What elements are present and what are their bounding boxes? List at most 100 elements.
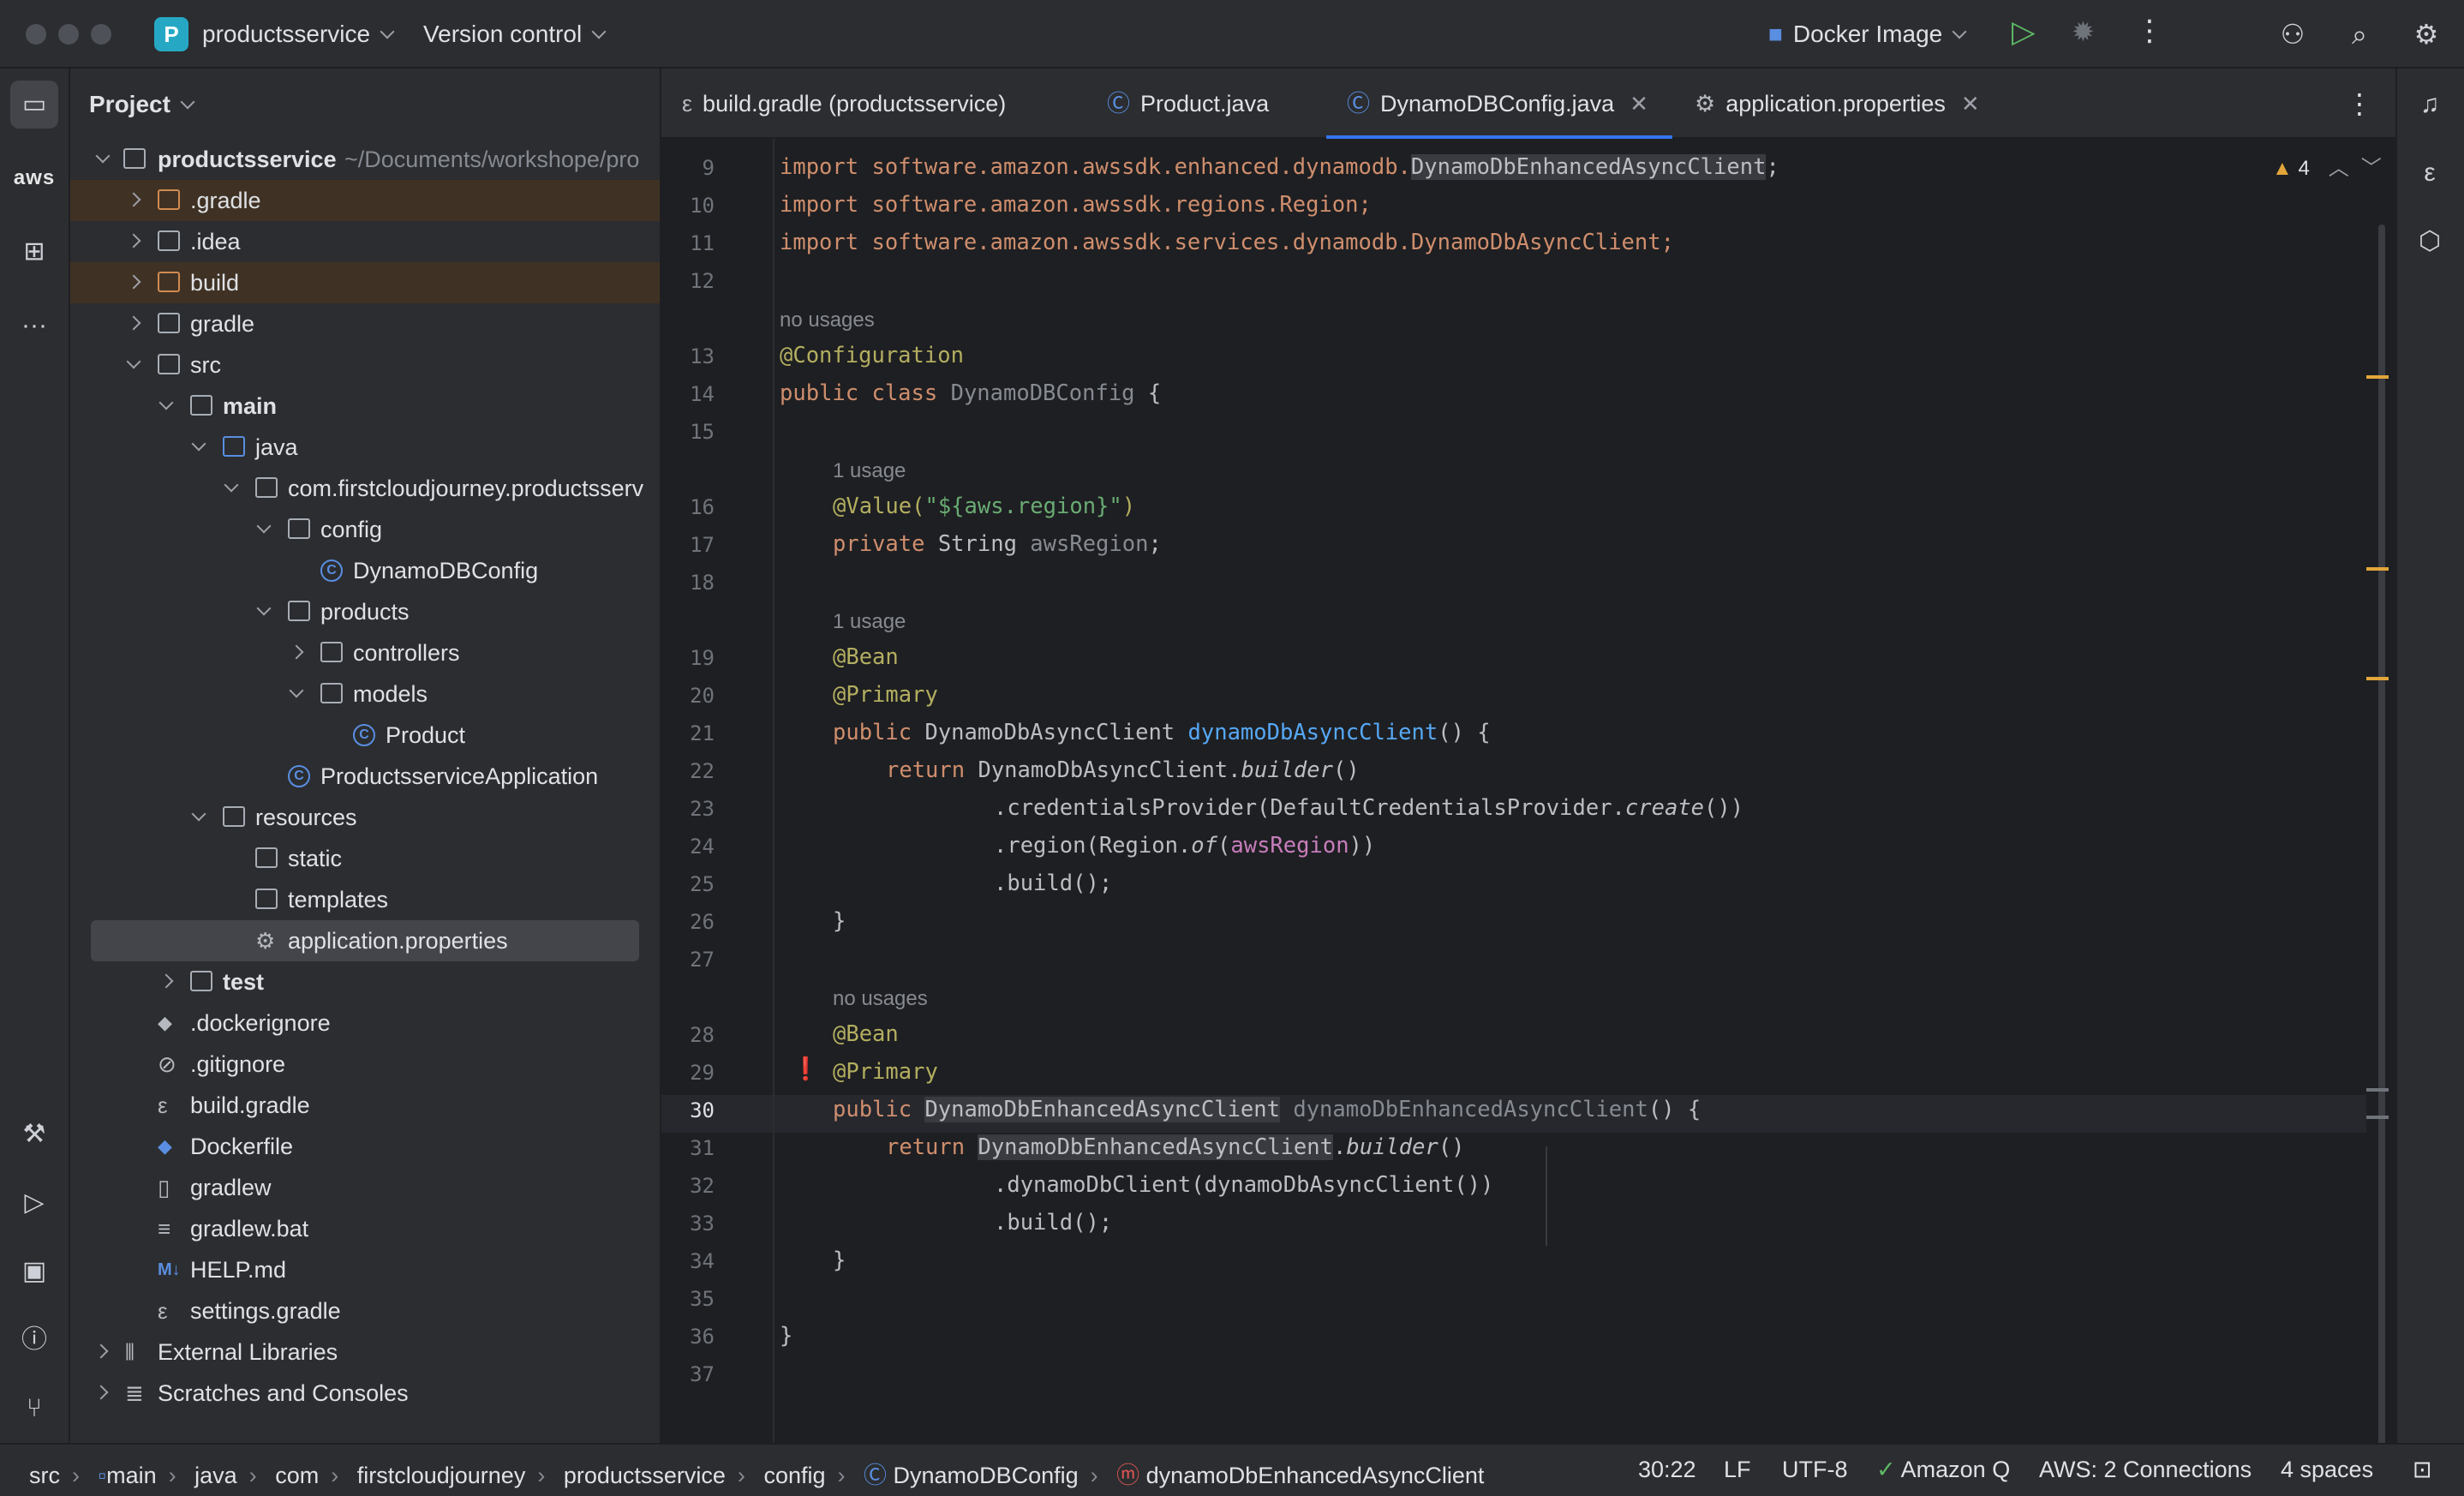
tree-item-productsservice[interactable]: productsservice ~/Documents/workshope/pr… <box>70 139 660 180</box>
tree-item-help-md[interactable]: M↓ HELP.md <box>70 1249 660 1290</box>
tab-application-properties[interactable]: ⚙ application.properties ✕ <box>1695 69 1980 139</box>
warning-marker[interactable] <box>2366 567 2389 571</box>
debug-icon[interactable]: ✹ <box>2072 15 2095 48</box>
minimize-window-button[interactable] <box>58 24 79 45</box>
tree-item-gradlew-bat[interactable]: ≡ gradlew.bat <box>70 1208 660 1249</box>
tree-item-config[interactable]: config <box>70 509 660 550</box>
tree-item-gradle-dir[interactable]: .gradle <box>70 180 660 221</box>
chevron-right-icon: › <box>72 1463 80 1488</box>
breadcrumb-item[interactable]: java <box>194 1463 237 1488</box>
package-icon <box>288 601 310 621</box>
project-panel-title[interactable]: Project <box>89 91 195 118</box>
tree-item-static[interactable]: static <box>70 838 660 879</box>
aws-toolkit-icon[interactable]: aws <box>10 154 58 202</box>
tree-item-settings-gradle[interactable]: ε settings.gradle <box>70 1290 660 1331</box>
tree-item-idea[interactable]: .idea <box>70 221 660 262</box>
close-tab-icon[interactable]: ✕ <box>1630 91 1648 117</box>
search-icon[interactable]: ⌕ <box>2342 17 2377 51</box>
tree-item-scratches[interactable]: ≣ Scratches and Consoles <box>70 1373 660 1414</box>
breadcrumb-item[interactable]: dynamoDbEnhancedAsyncClient <box>1146 1463 1485 1488</box>
usages-hint[interactable]: 1 usage <box>833 610 906 634</box>
warning-marker[interactable] <box>2366 677 2389 680</box>
add-user-icon[interactable]: ⚇ <box>2276 17 2310 51</box>
inspection-widget[interactable]: ▲ 4 ︿ ﹀ <box>2272 151 2382 181</box>
problems-icon[interactable]: ⓘ <box>10 1316 58 1364</box>
tab-dynamodbconfig-java[interactable]: Ⓒ DynamoDBConfig.java ✕ <box>1347 69 1648 139</box>
usages-hint[interactable]: no usages <box>780 308 875 332</box>
line-number: 24 <box>690 835 715 859</box>
project-badge[interactable]: P <box>154 17 188 51</box>
breadcrumb-item[interactable]: productsservice <box>564 1463 726 1488</box>
services-run-icon[interactable]: ▷ <box>10 1179 58 1227</box>
tree-item-application-class[interactable]: C ProductsserviceApplication <box>70 756 660 797</box>
file-encoding[interactable]: UTF-8 <box>1782 1457 1848 1483</box>
code-editor[interactable]: ▲ 4 ︿ ﹀ 9 10 11 12 13 14 15 16 17 18 19 20… <box>661 139 2395 1443</box>
tab-build-gradle[interactable]: ε build.gradle (productsservice) <box>682 69 1006 139</box>
tree-item-dockerignore[interactable]: ◆ .dockerignore <box>70 1002 660 1044</box>
breadcrumb-item[interactable]: src <box>29 1463 60 1488</box>
tree-item-package[interactable]: com.firstcloudjourney.productsserv <box>70 468 660 509</box>
indent-setting[interactable]: 4 spaces <box>2281 1457 2373 1483</box>
project-switcher[interactable]: productsservice <box>202 21 395 48</box>
build-hammer-icon[interactable]: ⚒ <box>10 1110 58 1158</box>
tree-item-main[interactable]: main <box>70 386 660 427</box>
run-icon[interactable]: ▷ <box>2012 14 2036 50</box>
warning-marker[interactable] <box>2366 375 2389 379</box>
more-actions-icon[interactable]: ⋮ <box>2135 14 2164 48</box>
chevron-down-icon[interactable]: ﹀ <box>2361 157 2382 180</box>
editor-scrollbar[interactable] <box>2378 224 2385 1443</box>
usages-hint[interactable]: 1 usage <box>833 459 906 483</box>
version-control-menu[interactable]: Version control <box>423 21 607 48</box>
breadcrumb-item[interactable]: firstcloudjourney <box>357 1463 526 1488</box>
gradle-elephant-icon[interactable]: ε <box>2406 149 2454 197</box>
caret-position[interactable]: 30:22 <box>1638 1457 1696 1483</box>
tree-item-products[interactable]: products <box>70 591 660 632</box>
tree-item-src[interactable]: src <box>70 344 660 386</box>
tree-item-build[interactable]: build <box>70 262 660 303</box>
project-folder-icon[interactable]: ▭ <box>10 81 58 129</box>
properties-gear-icon: ⚙ <box>1695 91 1716 117</box>
tree-item-dynamodbconfig[interactable]: C DynamoDBConfig <box>70 550 660 591</box>
breadcrumb-item[interactable]: DynamoDBConfig <box>894 1463 1079 1488</box>
chevron-up-icon[interactable]: ︿ <box>2329 157 2349 180</box>
usages-hint[interactable]: no usages <box>833 987 928 1011</box>
tree-item-application-properties[interactable]: ⚙ application.properties <box>91 920 639 961</box>
settings-gear-icon[interactable]: ⚙ <box>2409 17 2443 51</box>
tree-item-external-libraries[interactable]: ⫴ External Libraries <box>70 1331 660 1373</box>
tree-item-gitignore[interactable]: ⊘ .gitignore <box>70 1044 660 1085</box>
notifications-bell-icon[interactable]: ♫ <box>2406 81 2454 129</box>
tree-item-gradle[interactable]: gradle <box>70 303 660 344</box>
info-marker[interactable] <box>2366 1088 2389 1092</box>
breadcrumb: src › ▫main › java › com › firstcloudjourney… <box>29 1457 1484 1490</box>
amazon-q-status[interactable]: ✓ Amazon Q <box>1876 1457 2010 1483</box>
aws-connections[interactable]: AWS: 2 Connections <box>2039 1457 2252 1483</box>
terminal-icon[interactable]: ▣ <box>10 1248 58 1296</box>
tree-item-java[interactable]: java <box>70 427 660 468</box>
info-marker[interactable] <box>2366 1116 2389 1119</box>
lock-icon[interactable]: ⊡ <box>2413 1457 2432 1483</box>
tabs-more-icon[interactable]: ⋮ <box>2346 69 2373 139</box>
more-tools-icon[interactable]: ··· <box>10 302 58 350</box>
git-branch-icon[interactable]: ⑂ <box>10 1385 58 1433</box>
close-tab-icon[interactable]: ✕ <box>1961 91 1980 117</box>
zoom-window-button[interactable] <box>91 24 111 45</box>
run-config-selector[interactable]: ■ Docker Image <box>1768 21 1967 48</box>
line-separator[interactable]: LF <box>1724 1457 1751 1483</box>
tab-product-java[interactable]: Ⓒ Product.java <box>1107 69 1269 139</box>
tree-item-resources[interactable]: resources <box>70 797 660 838</box>
error-bulb-icon[interactable]: ❗ <box>792 1056 819 1082</box>
tree-item-templates[interactable]: templates <box>70 879 660 920</box>
breadcrumb-item[interactable]: config <box>763 1463 825 1488</box>
breadcrumb-item[interactable]: main <box>106 1463 157 1488</box>
tree-item-dockerfile[interactable]: ◆ Dockerfile <box>70 1126 660 1167</box>
tree-item-gradlew[interactable]: ▯ gradlew <box>70 1167 660 1208</box>
structure-icon[interactable]: ⊞ <box>10 228 58 276</box>
tree-item-controllers[interactable]: controllers <box>70 632 660 673</box>
close-window-button[interactable] <box>26 24 46 45</box>
tree-item-test[interactable]: test <box>70 961 660 1002</box>
tree-item-build-gradle[interactable]: ε build.gradle <box>70 1085 660 1126</box>
tree-item-models[interactable]: models <box>70 673 660 715</box>
tree-item-product[interactable]: C Product <box>70 715 660 756</box>
aws-q-icon[interactable]: ⬡ <box>2406 218 2454 266</box>
breadcrumb-item[interactable]: com <box>275 1463 319 1488</box>
